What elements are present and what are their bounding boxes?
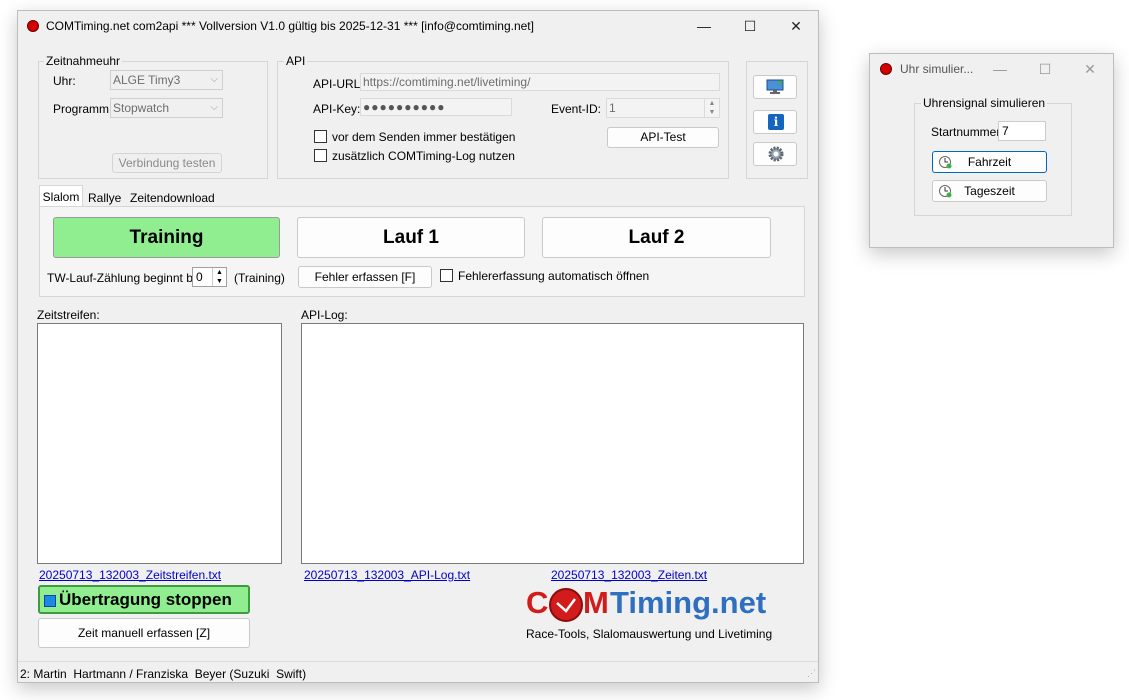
sim-window: Uhr simulier... — ☐ ✕ Uhrensignal simuli… bbox=[869, 53, 1114, 248]
tw-spinner-arrows[interactable]: ▲ ▼ bbox=[212, 268, 226, 286]
startnr-input[interactable]: 7 bbox=[998, 121, 1046, 141]
log-checkbox-label: zusätzlich COMTiming-Log nutzen bbox=[332, 149, 515, 163]
zeitstreifen-link[interactable]: 20250713_132003_Zeitstreifen.txt bbox=[39, 568, 221, 582]
sim-minimize-button[interactable]: — bbox=[977, 54, 1023, 84]
zeiten-link[interactable]: 20250713_132003_Zeiten.txt bbox=[551, 568, 707, 582]
logo-c: C bbox=[526, 585, 549, 620]
monitor-icon bbox=[766, 79, 784, 94]
lauf2-button[interactable]: Lauf 2 bbox=[542, 217, 771, 258]
fahrzeit-button[interactable]: Fahrzeit bbox=[932, 151, 1047, 173]
api-url-label: API-URL: bbox=[313, 77, 364, 91]
status-text: 2: Martin Hartmann / Franziska Beyer (Su… bbox=[20, 667, 307, 681]
main-window: COMTiming.net com2api *** Vollversion V1… bbox=[17, 10, 819, 683]
programm-select[interactable]: Stopwatch ⌵ bbox=[110, 98, 223, 118]
main-titlebar[interactable]: COMTiming.net com2api *** Vollversion V1… bbox=[18, 11, 818, 41]
tab-rallye[interactable]: Rallye bbox=[88, 191, 121, 205]
uebertragung-stoppen-button[interactable]: Übertragung stoppen bbox=[38, 585, 250, 614]
sim-titlebar[interactable]: Uhr simulier... — ☐ ✕ bbox=[870, 54, 1113, 84]
tab-zeitendownload[interactable]: Zeitendownload bbox=[130, 191, 215, 205]
chevron-down-icon: ⌵ bbox=[210, 102, 218, 113]
api-group-label: API bbox=[284, 54, 308, 68]
clock-icon bbox=[549, 588, 583, 622]
verbindung-testen-button[interactable]: Verbindung testen bbox=[112, 153, 222, 173]
log-checkbox[interactable] bbox=[314, 149, 327, 162]
uhr-select-value: ALGE Timy3 bbox=[113, 73, 181, 87]
api-key-field[interactable]: ●●●●●●●●●● bbox=[360, 98, 512, 116]
fehler-auto-label: Fehlererfassung automatisch öffnen bbox=[458, 269, 650, 283]
monitor-button[interactable] bbox=[753, 75, 797, 99]
info-icon: i bbox=[768, 114, 784, 130]
event-id-spinner[interactable]: ▲ ▼ bbox=[704, 99, 719, 117]
event-id-field[interactable]: 1 ▲ ▼ bbox=[606, 98, 720, 118]
stop-icon bbox=[44, 595, 56, 607]
zeit-manuell-button[interactable]: Zeit manuell erfassen [Z] bbox=[38, 618, 250, 648]
zeitstreifen-box[interactable] bbox=[37, 323, 282, 564]
apilog-link[interactable]: 20250713_132003_API-Log.txt bbox=[304, 568, 470, 582]
programm-label: Programm: bbox=[53, 102, 113, 116]
logo-tagline: Race-Tools, Slalomauswertung und Livetim… bbox=[526, 627, 773, 641]
resize-grip-icon[interactable]: ⋰ bbox=[807, 668, 816, 679]
tab-slalom-label: Slalom bbox=[42, 190, 80, 204]
zeitnahmeuhr-group-label: Zeitnahmeuhr bbox=[44, 54, 123, 68]
settings-button[interactable] bbox=[753, 142, 797, 166]
tageszeit-button[interactable]: Tageszeit bbox=[932, 180, 1047, 202]
window-title: COMTiming.net com2api *** Vollversion V1… bbox=[46, 19, 534, 33]
event-id-value: 1 bbox=[609, 101, 616, 115]
logo-m: M bbox=[583, 585, 609, 620]
startnr-label: Startnummer: bbox=[931, 125, 1004, 139]
tw-value: 0 bbox=[196, 270, 203, 284]
confirm-checkbox-label: vor dem Senden immer bestätigen bbox=[332, 130, 516, 144]
uhr-select[interactable]: ALGE Timy3 ⌵ bbox=[110, 70, 223, 90]
apilog-label: API-Log: bbox=[301, 308, 348, 322]
training-button[interactable]: Training bbox=[53, 217, 280, 258]
uhr-label: Uhr: bbox=[53, 74, 76, 88]
status-bar: 2: Martin Hartmann / Franziska Beyer (Su… bbox=[18, 661, 818, 684]
uhrensignal-group-label: Uhrensignal simulieren bbox=[921, 96, 1048, 110]
tw-spinner[interactable]: 0 ▲ ▼ bbox=[192, 267, 227, 287]
fahrzeit-label: Fahrzeit bbox=[967, 155, 1012, 169]
api-test-button[interactable]: API-Test bbox=[607, 127, 719, 148]
event-id-label: Event-ID: bbox=[551, 102, 602, 116]
sim-title: Uhr simulier... bbox=[900, 62, 974, 76]
zeitstreifen-label: Zeitstreifen: bbox=[37, 308, 100, 322]
sim-close-button[interactable]: ✕ bbox=[1067, 54, 1113, 84]
comtiming-logo: C M Timing.net bbox=[526, 585, 798, 625]
startnr-value: 7 bbox=[1002, 124, 1009, 138]
tab-slalom[interactable]: Slalom bbox=[39, 185, 83, 208]
maximize-button[interactable]: ☐ bbox=[727, 11, 773, 41]
fehler-erfassen-button[interactable]: Fehler erfassen [F] bbox=[298, 266, 432, 288]
tw-label: TW-Lauf-Zählung beginnt bei: bbox=[47, 271, 206, 285]
api-url-field[interactable]: https://comtiming.net/livetiming/ bbox=[360, 73, 720, 91]
tageszeit-label: Tageszeit bbox=[964, 184, 1015, 198]
lauf1-button[interactable]: Lauf 1 bbox=[297, 217, 525, 258]
app-icon bbox=[27, 20, 39, 32]
gear-icon bbox=[768, 146, 784, 162]
info-button[interactable]: i bbox=[753, 110, 797, 134]
fehler-auto-checkbox[interactable] bbox=[440, 269, 453, 282]
programm-select-value: Stopwatch bbox=[113, 101, 170, 115]
chevron-down-icon: ⌵ bbox=[210, 74, 218, 85]
sim-maximize-button[interactable]: ☐ bbox=[1022, 54, 1068, 84]
app-icon bbox=[880, 63, 892, 75]
close-button[interactable]: ✕ bbox=[773, 11, 819, 41]
minimize-button[interactable]: — bbox=[681, 11, 727, 41]
api-key-label: API-Key: bbox=[313, 102, 361, 116]
tw-suffix: (Training) bbox=[234, 271, 285, 285]
logo-timing: Timing.net bbox=[610, 585, 767, 620]
uebertragung-stoppen-label: Übertragung stoppen bbox=[59, 590, 232, 609]
confirm-checkbox[interactable] bbox=[314, 130, 327, 143]
apilog-box[interactable] bbox=[301, 323, 804, 564]
